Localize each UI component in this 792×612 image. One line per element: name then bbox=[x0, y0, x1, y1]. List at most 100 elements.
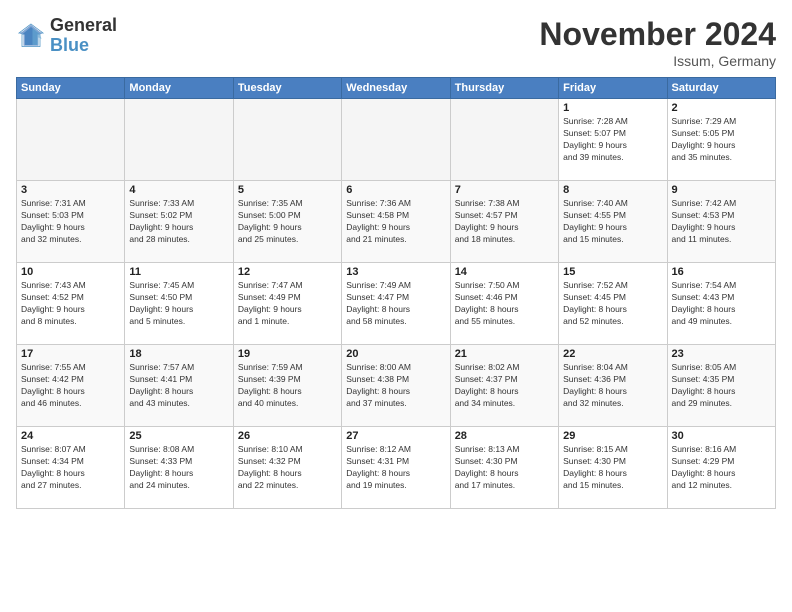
day-info: Sunrise: 8:10 AM Sunset: 4:32 PM Dayligh… bbox=[238, 444, 337, 492]
day-number: 12 bbox=[238, 266, 337, 278]
day-info: Sunrise: 7:54 AM Sunset: 4:43 PM Dayligh… bbox=[672, 280, 771, 328]
calendar-cell: 21 Sunrise: 8:02 AM Sunset: 4:37 PM Dayli… bbox=[450, 345, 558, 427]
day-number: 1 bbox=[563, 102, 662, 114]
day-number: 17 bbox=[21, 348, 120, 360]
week-row-1: 3 Sunrise: 7:31 AM Sunset: 5:03 PM Daylig… bbox=[17, 181, 776, 263]
calendar-cell: 20 Sunrise: 8:00 AM Sunset: 4:38 PM Dayli… bbox=[342, 345, 450, 427]
calendar-cell: 25 Sunrise: 8:08 AM Sunset: 4:33 PM Dayli… bbox=[125, 427, 233, 509]
day-number: 9 bbox=[672, 184, 771, 196]
calendar: SundayMondayTuesdayWednesdayThursdayFrid… bbox=[16, 77, 776, 509]
day-info: Sunrise: 7:52 AM Sunset: 4:45 PM Dayligh… bbox=[563, 280, 662, 328]
day-number: 25 bbox=[129, 430, 228, 442]
day-info: Sunrise: 7:36 AM Sunset: 4:58 PM Dayligh… bbox=[346, 198, 445, 246]
page: General Blue November 2024 Issum, German… bbox=[0, 0, 792, 612]
day-number: 3 bbox=[21, 184, 120, 196]
calendar-cell: 10Sunrise: 7:43 AM Sunset: 4:52 PM Dayli… bbox=[17, 263, 125, 345]
calendar-cell: 3 Sunrise: 7:31 AM Sunset: 5:03 PM Daylig… bbox=[17, 181, 125, 263]
day-info: Sunrise: 7:49 AM Sunset: 4:47 PM Dayligh… bbox=[346, 280, 445, 328]
day-number: 14 bbox=[455, 266, 554, 278]
day-info: Sunrise: 7:45 AM Sunset: 4:50 PM Dayligh… bbox=[129, 280, 228, 328]
logo-icon bbox=[16, 21, 46, 51]
calendar-cell: 7 Sunrise: 7:38 AM Sunset: 4:57 PM Daylig… bbox=[450, 181, 558, 263]
day-info: Sunrise: 8:08 AM Sunset: 4:33 PM Dayligh… bbox=[129, 444, 228, 492]
week-row-4: 24Sunrise: 8:07 AM Sunset: 4:34 PM Dayli… bbox=[17, 427, 776, 509]
calendar-cell: 6 Sunrise: 7:36 AM Sunset: 4:58 PM Daylig… bbox=[342, 181, 450, 263]
day-number: 19 bbox=[238, 348, 337, 360]
calendar-cell: 2 Sunrise: 7:29 AM Sunset: 5:05 PM Daylig… bbox=[667, 99, 775, 181]
month-title: November 2024 bbox=[539, 16, 776, 53]
day-info: Sunrise: 8:15 AM Sunset: 4:30 PM Dayligh… bbox=[563, 444, 662, 492]
day-number: 2 bbox=[672, 102, 771, 114]
day-number: 7 bbox=[455, 184, 554, 196]
day-info: Sunrise: 8:07 AM Sunset: 4:34 PM Dayligh… bbox=[21, 444, 120, 492]
day-info: Sunrise: 7:50 AM Sunset: 4:46 PM Dayligh… bbox=[455, 280, 554, 328]
day-info: Sunrise: 8:05 AM Sunset: 4:35 PM Dayligh… bbox=[672, 362, 771, 410]
calendar-cell: 16 Sunrise: 7:54 AM Sunset: 4:43 PM Dayli… bbox=[667, 263, 775, 345]
calendar-cell: 23 Sunrise: 8:05 AM Sunset: 4:35 PM Dayli… bbox=[667, 345, 775, 427]
header: General Blue November 2024 Issum, German… bbox=[16, 16, 776, 69]
day-info: Sunrise: 7:28 AM Sunset: 5:07 PM Dayligh… bbox=[563, 116, 662, 164]
logo-general-text: General bbox=[50, 16, 117, 36]
day-number: 13 bbox=[346, 266, 445, 278]
calendar-cell: 11 Sunrise: 7:45 AM Sunset: 4:50 PM Dayli… bbox=[125, 263, 233, 345]
calendar-cell: 18Sunrise: 7:57 AM Sunset: 4:41 PM Dayli… bbox=[125, 345, 233, 427]
calendar-cell bbox=[233, 99, 341, 181]
day-info: Sunrise: 7:31 AM Sunset: 5:03 PM Dayligh… bbox=[21, 198, 120, 246]
day-number: 10 bbox=[21, 266, 120, 278]
day-info: Sunrise: 8:13 AM Sunset: 4:30 PM Dayligh… bbox=[455, 444, 554, 492]
day-info: Sunrise: 7:55 AM Sunset: 4:42 PM Dayligh… bbox=[21, 362, 120, 410]
day-info: Sunrise: 7:57 AM Sunset: 4:41 PM Dayligh… bbox=[129, 362, 228, 410]
calendar-cell: 13 Sunrise: 7:49 AM Sunset: 4:47 PM Dayli… bbox=[342, 263, 450, 345]
calendar-cell: 9 Sunrise: 7:42 AM Sunset: 4:53 PM Daylig… bbox=[667, 181, 775, 263]
day-info: Sunrise: 7:33 AM Sunset: 5:02 PM Dayligh… bbox=[129, 198, 228, 246]
weekday-header-wednesday: Wednesday bbox=[342, 78, 450, 99]
day-info: Sunrise: 8:02 AM Sunset: 4:37 PM Dayligh… bbox=[455, 362, 554, 410]
day-number: 11 bbox=[129, 266, 228, 278]
calendar-cell: 26Sunrise: 8:10 AM Sunset: 4:32 PM Dayli… bbox=[233, 427, 341, 509]
day-info: Sunrise: 8:16 AM Sunset: 4:29 PM Dayligh… bbox=[672, 444, 771, 492]
day-number: 23 bbox=[672, 348, 771, 360]
calendar-cell: 30Sunrise: 8:16 AM Sunset: 4:29 PM Dayli… bbox=[667, 427, 775, 509]
day-number: 8 bbox=[563, 184, 662, 196]
day-info: Sunrise: 7:47 AM Sunset: 4:49 PM Dayligh… bbox=[238, 280, 337, 328]
day-info: Sunrise: 7:29 AM Sunset: 5:05 PM Dayligh… bbox=[672, 116, 771, 164]
day-number: 20 bbox=[346, 348, 445, 360]
day-number: 4 bbox=[129, 184, 228, 196]
day-info: Sunrise: 7:59 AM Sunset: 4:39 PM Dayligh… bbox=[238, 362, 337, 410]
calendar-cell: 29 Sunrise: 8:15 AM Sunset: 4:30 PM Dayli… bbox=[559, 427, 667, 509]
day-number: 29 bbox=[563, 430, 662, 442]
calendar-cell: 27 Sunrise: 8:12 AM Sunset: 4:31 PM Dayli… bbox=[342, 427, 450, 509]
day-info: Sunrise: 7:42 AM Sunset: 4:53 PM Dayligh… bbox=[672, 198, 771, 246]
day-info: Sunrise: 7:38 AM Sunset: 4:57 PM Dayligh… bbox=[455, 198, 554, 246]
day-number: 27 bbox=[346, 430, 445, 442]
logo-text: General Blue bbox=[50, 16, 117, 56]
weekday-header-thursday: Thursday bbox=[450, 78, 558, 99]
calendar-cell bbox=[450, 99, 558, 181]
day-number: 28 bbox=[455, 430, 554, 442]
logo-blue-text: Blue bbox=[50, 36, 117, 56]
calendar-cell: 8 Sunrise: 7:40 AM Sunset: 4:55 PM Daylig… bbox=[559, 181, 667, 263]
title-block: November 2024 Issum, Germany bbox=[539, 16, 776, 69]
calendar-cell: 17 Sunrise: 7:55 AM Sunset: 4:42 PM Dayli… bbox=[17, 345, 125, 427]
day-number: 6 bbox=[346, 184, 445, 196]
calendar-cell: 5 Sunrise: 7:35 AM Sunset: 5:00 PM Daylig… bbox=[233, 181, 341, 263]
day-info: Sunrise: 8:00 AM Sunset: 4:38 PM Dayligh… bbox=[346, 362, 445, 410]
week-row-2: 10Sunrise: 7:43 AM Sunset: 4:52 PM Dayli… bbox=[17, 263, 776, 345]
day-number: 16 bbox=[672, 266, 771, 278]
day-info: Sunrise: 8:12 AM Sunset: 4:31 PM Dayligh… bbox=[346, 444, 445, 492]
day-info: Sunrise: 7:40 AM Sunset: 4:55 PM Dayligh… bbox=[563, 198, 662, 246]
calendar-cell: 22Sunrise: 8:04 AM Sunset: 4:36 PM Dayli… bbox=[559, 345, 667, 427]
week-row-0: 1 Sunrise: 7:28 AM Sunset: 5:07 PM Daylig… bbox=[17, 99, 776, 181]
location: Issum, Germany bbox=[539, 53, 776, 69]
day-info: Sunrise: 7:35 AM Sunset: 5:00 PM Dayligh… bbox=[238, 198, 337, 246]
weekday-header-friday: Friday bbox=[559, 78, 667, 99]
calendar-cell: 19 Sunrise: 7:59 AM Sunset: 4:39 PM Dayli… bbox=[233, 345, 341, 427]
week-row-3: 17 Sunrise: 7:55 AM Sunset: 4:42 PM Dayli… bbox=[17, 345, 776, 427]
day-number: 21 bbox=[455, 348, 554, 360]
day-info: Sunrise: 8:04 AM Sunset: 4:36 PM Dayligh… bbox=[563, 362, 662, 410]
calendar-cell: 24Sunrise: 8:07 AM Sunset: 4:34 PM Dayli… bbox=[17, 427, 125, 509]
logo: General Blue bbox=[16, 16, 117, 56]
day-number: 5 bbox=[238, 184, 337, 196]
calendar-cell bbox=[17, 99, 125, 181]
weekday-header-row: SundayMondayTuesdayWednesdayThursdayFrid… bbox=[17, 78, 776, 99]
